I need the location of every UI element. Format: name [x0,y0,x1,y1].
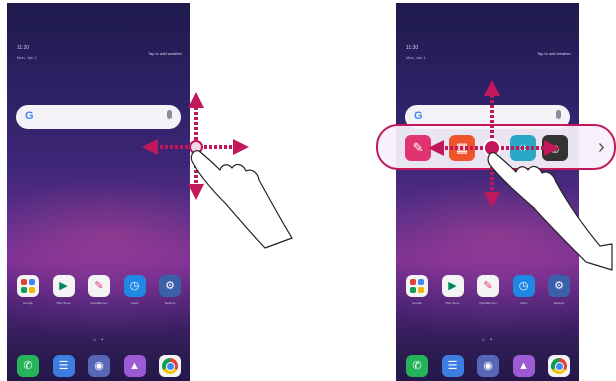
hand-pointer-icon [190,150,293,249]
gesture-overlay [142,80,613,271]
hand-pointer-icon [487,152,613,271]
